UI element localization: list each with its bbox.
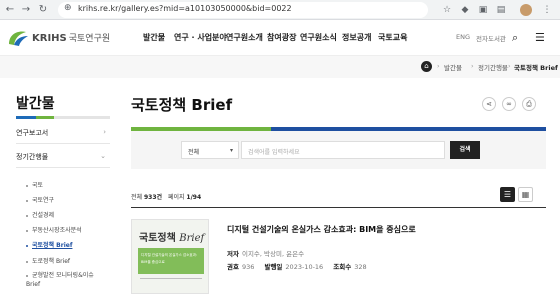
krihs-logo-icon[interactable]	[6, 28, 30, 48]
profile-avatar[interactable]	[520, 4, 532, 16]
nav-publications[interactable]: 발간물	[143, 32, 165, 43]
list-view-icon[interactable]: ☰	[500, 187, 515, 202]
reload-icon[interactable]: ↻	[36, 3, 50, 17]
breadcrumb: ⌂ › 발간물 › 정기간행물 › 국토정책 Brief	[0, 56, 560, 78]
thumb-band: 디지털 건설기술의 온실가스 감소효과: BIM을 중심으로	[138, 248, 204, 274]
site-info-icon[interactable]: ⊕	[64, 3, 72, 13]
e-library-link[interactable]: 전자도서관	[476, 33, 506, 43]
lnb-item-reports[interactable]: 연구보고서 ›	[16, 128, 110, 138]
share-icon[interactable]: ⋖	[482, 97, 496, 111]
chevron-down-icon: ⌄	[100, 152, 106, 160]
item-meta: 권호 936 발행일 2023-10-16 조회수 328	[227, 263, 367, 271]
lnb-item-label: 연구보고서	[16, 129, 49, 137]
lnb-sub-balanced-brief[interactable]: 균형발전 모니터링&이슈 Brief	[26, 271, 96, 289]
search-input[interactable]: 검색어를 입력하세요	[241, 141, 445, 159]
divider	[16, 143, 110, 144]
lnb-sub-gukto[interactable]: 국토	[26, 180, 43, 189]
caret-down-icon: ▾	[229, 147, 233, 154]
site-header: KRIHS 국토연구원 발간물 연구 · 사업분야 연구원소개 참여광장 연구원소…	[0, 20, 560, 56]
address-bar[interactable]: ⊕ krihs.re.kr/gallery.es?mid=a1010305000…	[58, 2, 428, 18]
chevron-right-icon: ›	[471, 62, 474, 70]
puzzle-icon[interactable]: ▣	[476, 3, 490, 17]
item-author: 저자 이지수, 박상미, 윤은수	[227, 250, 305, 258]
back-icon[interactable]: ←	[3, 3, 17, 17]
search-button[interactable]: 검색	[450, 141, 480, 159]
extension-icon[interactable]: ◆	[458, 3, 472, 17]
nav-about[interactable]: 연구원소개	[226, 32, 263, 43]
result-count: 전체 933건 페이지 1/94	[131, 194, 202, 201]
home-icon[interactable]: ⌂	[421, 61, 432, 72]
nav-education[interactable]: 국토교육	[378, 32, 407, 43]
browser-toolbar: ← → ↻ ⊕ krihs.re.kr/gallery.es?mid=a1010…	[0, 0, 560, 20]
menu-dots-icon[interactable]: ⋮	[540, 3, 554, 17]
thumb-divider	[140, 278, 202, 279]
thumb-title: 국토정책 Brief	[139, 233, 205, 244]
item-title-link[interactable]: 디지털 건설기술의 온실가스 감소효과: BIM을 중심으로	[227, 224, 416, 235]
divider	[16, 167, 110, 168]
breadcrumb-item[interactable]: 정기간행물	[478, 62, 508, 72]
lnb-title: 발간물	[16, 96, 55, 112]
chevron-right-icon: ›	[437, 62, 440, 70]
chevron-right-icon: ›	[103, 128, 106, 136]
breadcrumb-current: 국토정책 Brief	[514, 64, 558, 72]
chevron-right-icon: ›	[508, 62, 511, 70]
search-area: 전체 ▾ 검색어를 입력하세요 검색	[131, 131, 546, 169]
search-icon[interactable]: ⌕	[512, 31, 518, 45]
nav-research-fields[interactable]: 연구 · 사업분야	[174, 32, 227, 43]
link-icon[interactable]: ∞	[502, 97, 516, 111]
lnb-sub-construction-economy[interactable]: 건설경제	[26, 210, 54, 219]
search-category-select[interactable]: 전체 ▾	[181, 141, 239, 159]
lnb-item-label: 정기간행물	[16, 153, 49, 161]
lnb-item-periodicals[interactable]: 정기간행물 ⌄	[16, 152, 110, 162]
forward-icon[interactable]: →	[19, 3, 33, 17]
list-top-divider	[131, 207, 546, 208]
page-title: 국토정책 Brief	[131, 96, 233, 114]
grid-view-icon[interactable]: ▦	[518, 187, 533, 202]
eng-link[interactable]: ENG	[456, 33, 470, 41]
item-thumbnail[interactable]: 국토정책 Brief 디지털 건설기술의 온실가스 감소효과: BIM을 중심으…	[131, 219, 209, 294]
nav-participation[interactable]: 참여광장	[267, 32, 296, 43]
breadcrumb-item[interactable]: 발간물	[444, 62, 462, 72]
url-text: krihs.re.kr/gallery.es?mid=a10103050000&…	[78, 4, 292, 13]
print-icon[interactable]: ⎙	[522, 97, 536, 111]
nav-news[interactable]: 연구원소식	[300, 32, 337, 43]
sidepanel-icon[interactable]: ▤	[494, 3, 508, 17]
hamburger-menu-icon[interactable]: ☰	[535, 31, 545, 44]
lnb-sub-road-brief[interactable]: 도로정책 Brief	[26, 256, 70, 265]
lnb-title-bar	[16, 116, 110, 119]
star-icon[interactable]: ☆	[440, 3, 454, 17]
lnb-sub-policy-brief[interactable]: 국토정책 Brief	[26, 240, 72, 249]
lnb-sub-gukto-yeongu[interactable]: 국토연구	[26, 195, 54, 204]
nav-info-disclosure[interactable]: 정보공개	[342, 32, 371, 43]
logo-text[interactable]: KRIHS 국토연구원	[32, 31, 110, 44]
lnb-sub-real-estate[interactable]: 부동산시장조사분석	[26, 225, 82, 234]
